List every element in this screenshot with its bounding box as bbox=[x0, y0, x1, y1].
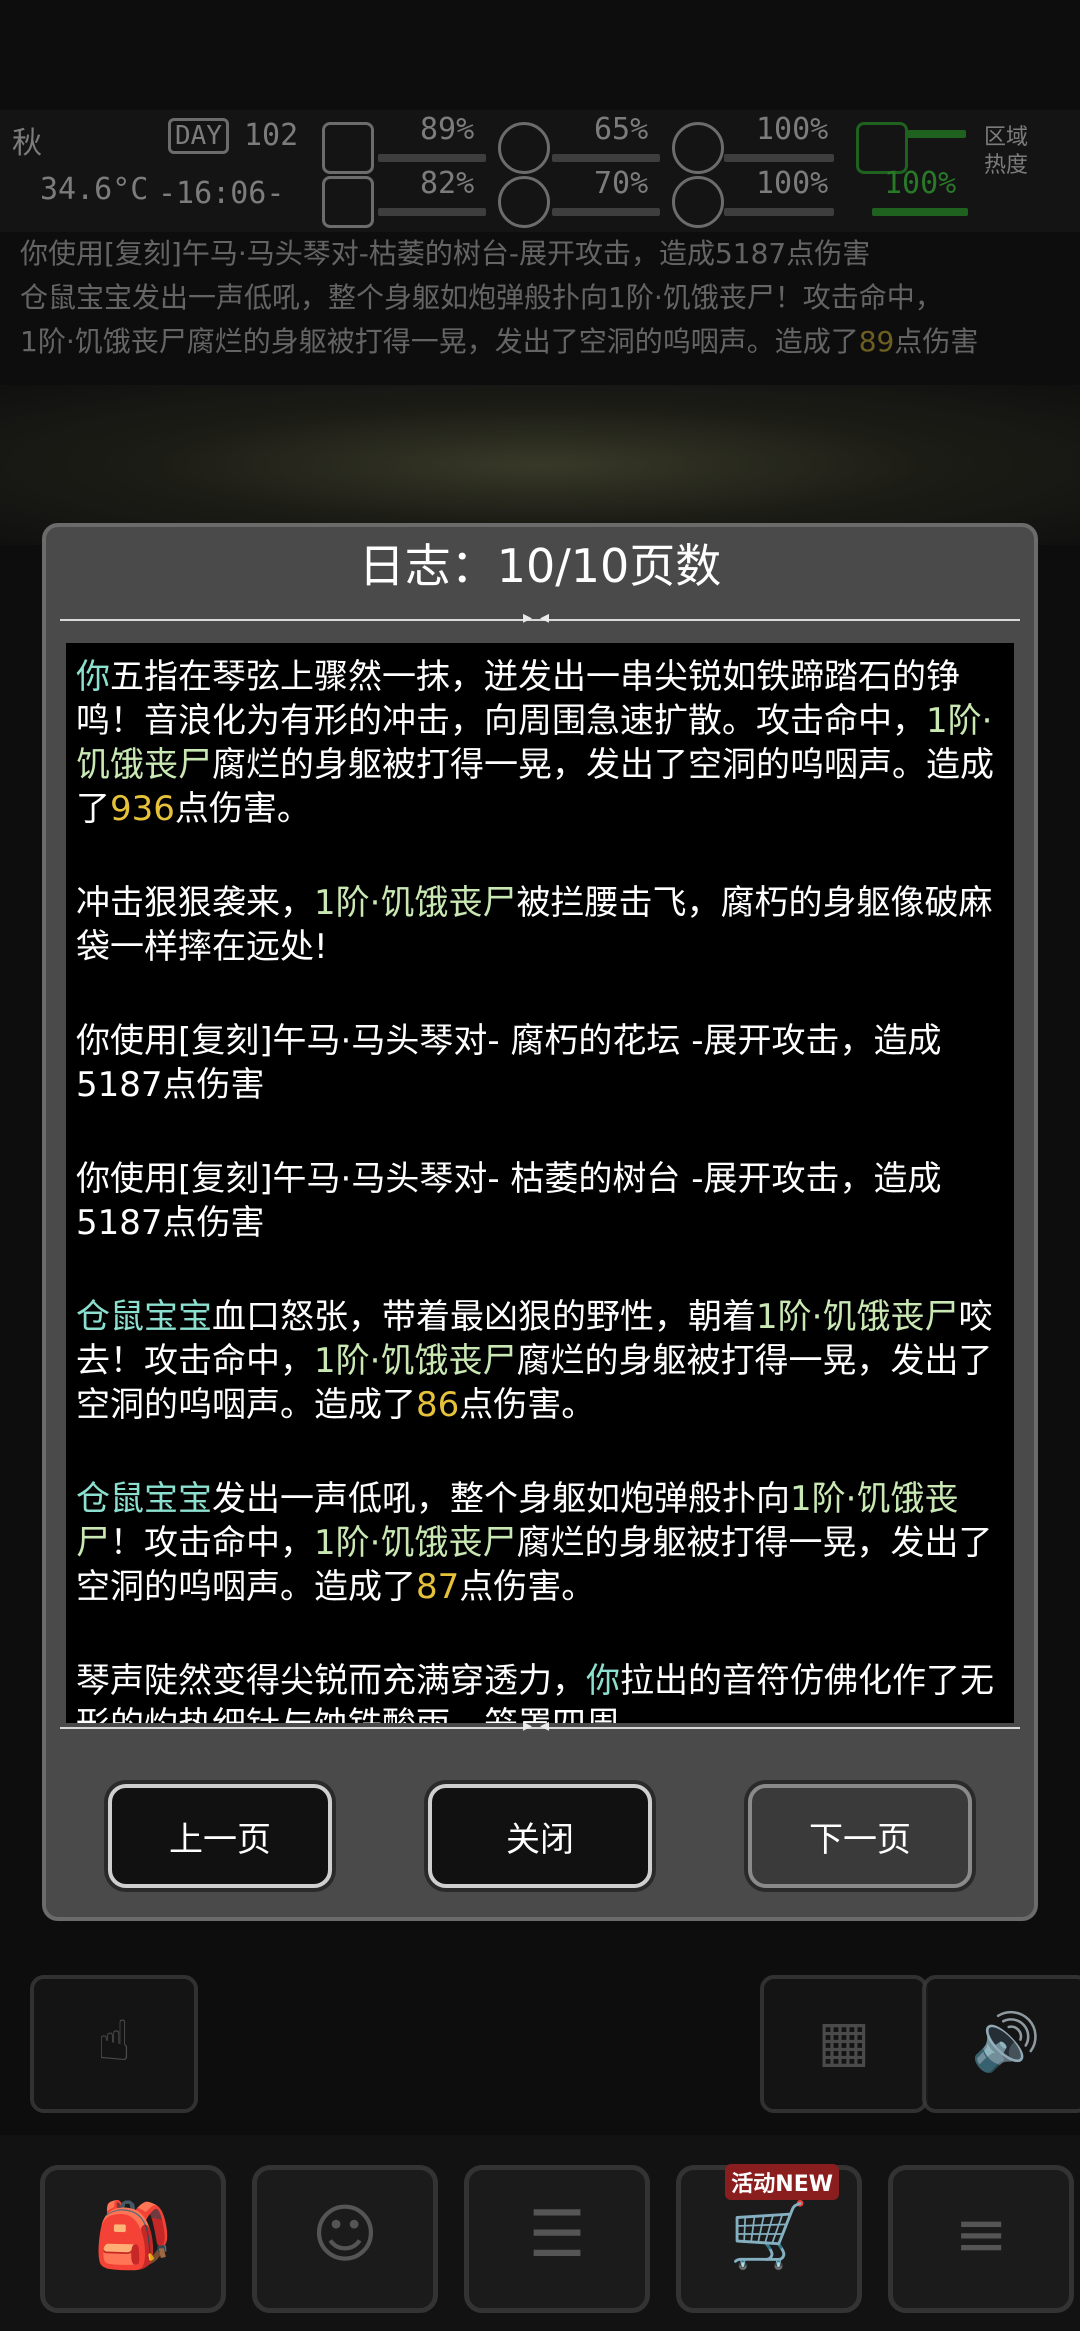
stat-thirst: 70% bbox=[594, 166, 649, 201]
bottom-divider: ▸◂ bbox=[60, 1715, 1020, 1736]
log-scroll-area[interactable]: 你五指在琴弦上骤然一抹，迸发出一串尖锐如铁蹄踏石的铮鸣！音浪化为有形的冲击，向周… bbox=[66, 643, 1014, 1723]
log-text: 琴声陡然变得尖锐而充满穿透力， bbox=[76, 1661, 586, 1701]
enemy-name: 1阶·饥饿丧尸 bbox=[314, 1523, 517, 1563]
bg-log-damage: 89 bbox=[858, 325, 895, 358]
hunger-bar bbox=[552, 154, 660, 162]
top-divider: ▸◂ bbox=[60, 607, 1020, 628]
pet-name: 仓鼠宝宝 bbox=[76, 1479, 212, 1519]
nav-notebook: ☰ bbox=[464, 2165, 650, 2313]
actor-name: 你 bbox=[76, 657, 110, 697]
backpack-icon: 🎒 bbox=[93, 2199, 173, 2273]
energy-bar bbox=[872, 208, 968, 216]
enemy-name: 1阶·饥饿丧尸 bbox=[314, 883, 517, 923]
bg-log-text: 点伤害 bbox=[894, 325, 979, 358]
armor-bar bbox=[724, 154, 834, 162]
stomach-icon bbox=[498, 122, 550, 174]
bg-log-text: 腐烂的身躯被打得一晃，发出了空洞的呜咽声。造成了 bbox=[186, 325, 859, 358]
bg-log-text: 1阶·饥饿丧尸 bbox=[608, 281, 775, 314]
speaker-icon: 🔊 bbox=[971, 2010, 1041, 2075]
log-entry: 仓鼠宝宝血口怒张，带着最凶狠的野性，朝着1阶·饥饿丧尸咬去！攻击命中，1阶·饥饿… bbox=[66, 1295, 1014, 1427]
log-entry: 你使用[复刻]午马·马头琴对- 腐朽的花坛 -展开攻击，造成5187点伤害 bbox=[66, 1019, 1014, 1107]
damage-value: 936 bbox=[110, 789, 175, 829]
heart-icon bbox=[672, 176, 724, 228]
thirst-bar bbox=[552, 208, 660, 216]
region-heat-button: 🔊 bbox=[922, 1975, 1080, 2113]
event-badge: 活动NEW bbox=[725, 2164, 839, 2200]
nav-skills: ☺ bbox=[252, 2165, 438, 2313]
day-value: 102 bbox=[244, 118, 299, 153]
time-readout: -16:06- bbox=[158, 176, 285, 211]
log-text: 点伤害。 bbox=[174, 789, 311, 829]
bg-log-text: 枯萎的树台 bbox=[368, 237, 509, 270]
log-text: 五指在琴弦上骤然一抹，迸发出一串尖锐如铁蹄踏石的铮鸣！音浪化为有形的冲击，向周围… bbox=[76, 657, 960, 741]
log-dialog: 日志：10/10页数 ▸◂ 你五指在琴弦上骤然一抹，迸发出一串尖锐如铁蹄踏石的铮… bbox=[42, 523, 1038, 1921]
stat-health: 89% bbox=[420, 112, 475, 147]
pet-name: 仓鼠宝宝 bbox=[76, 1297, 212, 1337]
log-text: 你使用[复刻]午马·马头琴对- 枯萎的树台 -展开攻击，造成5187点伤害 bbox=[76, 1159, 942, 1243]
medkit-icon bbox=[322, 122, 374, 174]
flask-bar bbox=[906, 130, 966, 138]
map-button: ▦ bbox=[760, 1975, 928, 2113]
notebook-icon: ☰ bbox=[528, 2198, 586, 2272]
bg-log-text: 1阶·饥饿丧尸 bbox=[20, 325, 187, 358]
log-text: 点伤害。 bbox=[459, 1385, 596, 1425]
map-icon: ▦ bbox=[817, 2009, 871, 2074]
close-button[interactable]: 关闭 bbox=[428, 1784, 652, 1888]
divider-arrows-icon: ▸◂ bbox=[522, 1715, 558, 1736]
log-entry: 你五指在琴弦上骤然一抹，迸发出一串尖锐如铁蹄踏石的铮鸣！音浪化为有形的冲击，向周… bbox=[66, 655, 1014, 831]
bg-log-text: 发出一声低吼，整个身躯如炮弹般扑向 bbox=[132, 281, 609, 314]
brain-icon: ☺ bbox=[311, 2198, 379, 2272]
bg-log-text: -展开攻击，造成5187点伤害 bbox=[508, 237, 871, 270]
damage-value: 87 bbox=[416, 1567, 460, 1607]
heart-bar bbox=[724, 208, 834, 216]
log-text: 发出一声低吼，整个身躯如炮弹般扑向 bbox=[212, 1479, 790, 1519]
cart-icon: 🛒 bbox=[729, 2199, 809, 2273]
stat-heart: 100% bbox=[756, 166, 829, 201]
log-text: 血口怒张，带着最凶狠的野性，朝着 bbox=[212, 1297, 756, 1337]
mood-bar bbox=[378, 208, 486, 216]
prev-page-button[interactable]: 上一页 bbox=[108, 1784, 332, 1888]
bottom-nav: 🎒 ☺ ☰ 🛒 活动NEW ≡ bbox=[0, 2135, 1080, 2331]
temperature-readout: 34.6°C bbox=[40, 172, 149, 207]
divider-arrows-icon: ▸◂ bbox=[522, 607, 558, 628]
log-text: 你使用[复刻]午马·马头琴对- 腐朽的花坛 -展开攻击，造成5187点伤害 bbox=[76, 1021, 942, 1105]
season-label: 秋 bbox=[12, 126, 42, 161]
log-text: 点伤害。 bbox=[459, 1567, 596, 1607]
bg-log-text: 你使用[复刻]午马·马头琴对- bbox=[20, 237, 369, 270]
touch-action-button: ☝ bbox=[30, 1975, 198, 2113]
water-drop-icon bbox=[498, 176, 550, 228]
actor-name: 你 bbox=[586, 1661, 620, 1701]
stat-mood: 82% bbox=[420, 166, 475, 201]
status-hud: 秋 DAY 102 34.6°C -16:06- 89% 82% 65% 70%… bbox=[0, 110, 1080, 232]
damage-value: 86 bbox=[416, 1385, 460, 1425]
log-text: 冲击狠狠袭来， bbox=[76, 883, 314, 923]
log-entry: 仓鼠宝宝发出一声低吼，整个身躯如炮弹般扑向1阶·饥饿丧尸！攻击命中，1阶·饥饿丧… bbox=[66, 1477, 1014, 1609]
day-label: DAY bbox=[168, 118, 229, 154]
nav-shop: 🛒 活动NEW bbox=[676, 2164, 862, 2313]
list-icon: ≡ bbox=[954, 2198, 1008, 2272]
enemy-name: 1阶·饥饿丧尸 bbox=[756, 1297, 959, 1337]
log-text: ！攻击命中， bbox=[110, 1523, 314, 1563]
next-page-button[interactable]: 下一页 bbox=[748, 1784, 972, 1888]
background-combat-log: 你使用[复刻]午马·马头琴对-枯萎的树台-展开攻击，造成5187点伤害 仓鼠宝宝… bbox=[20, 232, 1060, 382]
dialog-title: 日志：10/10页数 bbox=[358, 539, 722, 593]
log-entry: 冲击狠狠袭来，1阶·饥饿丧尸被拦腰击飞，腐朽的身躯像破麻袋一样摔在远处! bbox=[66, 881, 1014, 969]
shield-icon bbox=[672, 122, 724, 174]
handshake-icon bbox=[322, 176, 374, 228]
stat-energy: 100% bbox=[884, 166, 957, 201]
stat-armor: 100% bbox=[756, 112, 829, 147]
scene-view bbox=[0, 385, 1080, 545]
nav-menu: ≡ bbox=[888, 2165, 1074, 2313]
log-entry: 你使用[复刻]午马·马头琴对- 枯萎的树台 -展开攻击，造成5187点伤害 bbox=[66, 1157, 1014, 1245]
region-heat-label: 区域热度 bbox=[984, 125, 1029, 178]
enemy-name: 1阶·饥饿丧尸 bbox=[314, 1341, 517, 1381]
stat-hunger: 65% bbox=[594, 112, 649, 147]
log-entry: 琴声陡然变得尖锐而充满穿透力，你拉出的音符仿佛化作了无形的灼热细针与蚀铁酸雨，笼… bbox=[66, 1659, 1014, 1723]
hand-pointer-icon: ☝ bbox=[96, 2009, 132, 2074]
bg-log-text: ！攻击命中， bbox=[774, 281, 943, 314]
health-bar bbox=[378, 154, 486, 162]
nav-backpack: 🎒 bbox=[40, 2165, 226, 2313]
bg-log-text: 仓鼠宝宝 bbox=[20, 281, 133, 314]
